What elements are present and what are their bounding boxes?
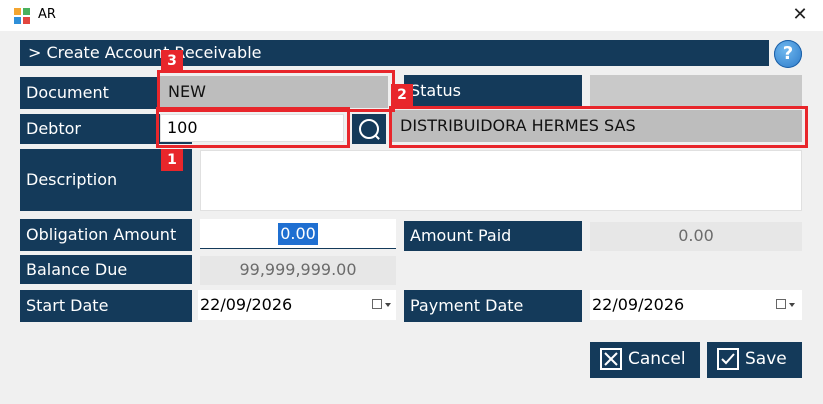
form-title: > Create Account Receivable [28, 43, 262, 62]
payment-date-value: 22/09/2026 [592, 295, 685, 314]
start-date-picker[interactable]: 22/09/2026 [198, 290, 396, 320]
cancel-x-icon [600, 348, 622, 370]
annotation-badge-3: 3 [161, 50, 183, 72]
obligation-amount-label: Obligation Amount [20, 219, 192, 251]
close-icon[interactable]: ✕ [790, 3, 810, 27]
form-header: > Create Account Receivable [20, 40, 769, 66]
obligation-amount-input[interactable]: 0.00 [200, 219, 396, 249]
balance-due-field: 99,999,999.00 [200, 256, 396, 285]
payment-date-picker[interactable]: 22/09/2026 [590, 290, 802, 320]
debtor-input[interactable]: 100 [160, 114, 344, 142]
calendar-icon[interactable] [776, 299, 786, 309]
chevron-down-icon[interactable] [789, 303, 795, 307]
cancel-button-label: Cancel [628, 349, 686, 369]
document-field: NEW [160, 76, 388, 108]
obligation-amount-value: 0.00 [278, 223, 318, 245]
search-debtor-button[interactable] [352, 114, 386, 144]
start-date-value: 22/09/2026 [200, 295, 293, 314]
help-icon[interactable]: ? [774, 40, 802, 68]
status-label: Status [404, 75, 582, 107]
balance-due-label: Balance Due [20, 255, 192, 284]
save-button-label: Save [745, 349, 787, 369]
window-title: AR [38, 7, 56, 22]
start-date-label: Start Date [20, 290, 192, 322]
chevron-down-icon[interactable] [385, 303, 391, 307]
amount-paid-label: Amount Paid [404, 221, 582, 251]
amount-paid-field: 0.00 [590, 222, 802, 251]
payment-date-label: Payment Date [404, 290, 582, 322]
app-logo-icon [14, 8, 30, 24]
status-field [590, 75, 802, 107]
check-icon [717, 348, 739, 370]
annotation-badge-1: 1 [161, 149, 183, 171]
cancel-button[interactable]: Cancel [590, 342, 700, 378]
debtor-name-field: DISTRIBUIDORA HERMES SAS [392, 110, 802, 142]
description-input[interactable] [200, 150, 802, 211]
window-titlebar: AR ✕ [0, 0, 823, 31]
annotation-badge-2: 2 [391, 84, 413, 106]
calendar-icon[interactable] [372, 299, 382, 309]
save-button[interactable]: Save [707, 342, 802, 378]
